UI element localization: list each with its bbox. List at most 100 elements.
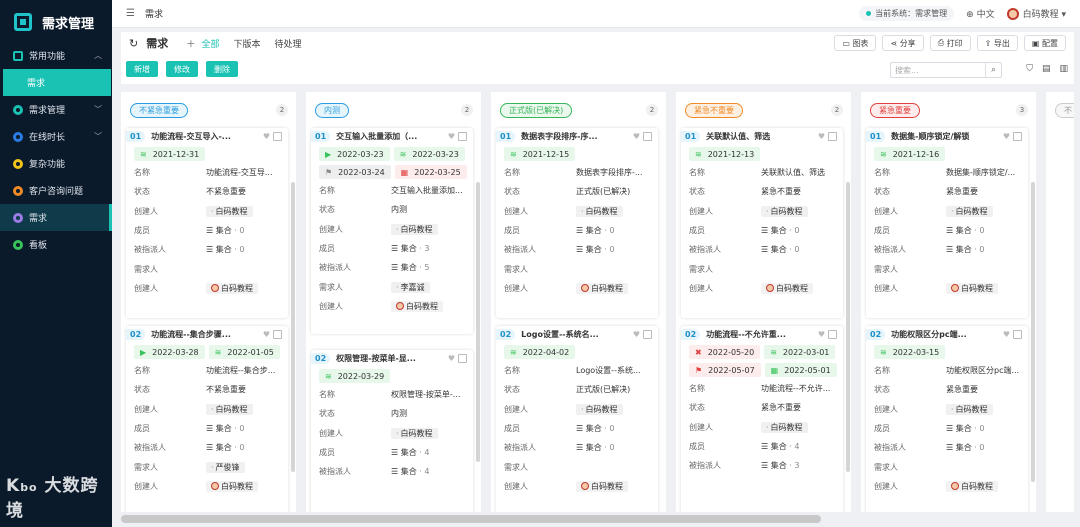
- current-system-badge[interactable]: 当前系统：需求管理: [859, 6, 955, 21]
- card-checkbox[interactable]: [273, 132, 282, 141]
- set-link[interactable]: ☰ 集合 · 0: [206, 225, 288, 236]
- set-link[interactable]: ☰ 集合 · 0: [206, 442, 288, 453]
- sidebar-item-requirement[interactable]: 需求: [0, 204, 112, 231]
- kanban-card[interactable]: 02 权限管理-按菜单-显... ♥ ≋ 2022-03-29 名称 权限管理-按菜单-…: [311, 350, 473, 512]
- sidebar-item-complex[interactable]: 复杂功能: [0, 150, 112, 177]
- heart-icon[interactable]: ♥: [818, 132, 825, 141]
- date-tag: ≋ 2022-03-15: [874, 345, 946, 359]
- set-link[interactable]: ☰ 集合 · 0: [946, 225, 1028, 236]
- set-link[interactable]: ☰ 集合 · 0: [946, 423, 1028, 434]
- sidebar-item-kanban[interactable]: 看板: [0, 231, 112, 258]
- set-link[interactable]: ☰ 集合 · 3: [391, 243, 473, 254]
- kanban-card[interactable]: 01 功能流程-交互导入-... ♥ ≋ 2021-12-31 名称 功能流程-交互导.…: [126, 128, 288, 318]
- date-tag: ≋ 2022-03-01: [764, 345, 836, 359]
- tab-pending[interactable]: 待处理: [274, 37, 301, 50]
- card-checkbox[interactable]: [828, 330, 837, 339]
- delete-button[interactable]: 删除: [206, 61, 238, 77]
- heart-icon[interactable]: ♥: [263, 132, 270, 141]
- sidebar-sub-label: 需求: [27, 79, 46, 89]
- sidebar-item-customer-questions[interactable]: 客户咨询问题: [0, 177, 112, 204]
- column-scrollbar[interactable]: [476, 182, 480, 462]
- sidebar-item-online-time[interactable]: 在线时长 ﹀: [0, 123, 112, 150]
- horizontal-scrollbar[interactable]: [121, 515, 821, 523]
- edit-button[interactable]: 修改: [166, 61, 198, 77]
- layout-icon[interactable]: ▤: [1042, 64, 1051, 74]
- search-input[interactable]: 搜索... ⌕: [890, 62, 1002, 78]
- set-count: 4: [424, 467, 430, 477]
- field-label: 创建人: [504, 481, 528, 491]
- chart-button[interactable]: ▭ 图表: [834, 35, 877, 51]
- kanban-card[interactable]: 02 功能流程--不允许重... ♥ ✖ 2022-05-20 ≋ 2022-03-01…: [681, 326, 843, 512]
- heart-icon[interactable]: ♥: [1003, 330, 1010, 339]
- export-button[interactable]: ⇪ 导出: [976, 35, 1018, 51]
- card-checkbox[interactable]: [643, 330, 652, 339]
- heart-icon[interactable]: ♥: [448, 132, 455, 141]
- set-link[interactable]: ☰ 集合 · 0: [761, 225, 843, 236]
- set-link[interactable]: ☰ 集合 · 0: [206, 423, 288, 434]
- refresh-icon[interactable]: ↻: [129, 37, 138, 50]
- bar-chart-icon[interactable]: ▥: [1059, 64, 1068, 74]
- set-link[interactable]: ☰ 集合 · 3: [761, 460, 843, 471]
- app-logo[interactable]: 需求管理: [0, 0, 112, 44]
- sidebar-item-common[interactable]: 常用功能 ︿: [0, 42, 112, 69]
- card-checkbox[interactable]: [458, 132, 467, 141]
- column-scrollbar[interactable]: [291, 182, 295, 472]
- set-link[interactable]: ☰ 集合 · 0: [946, 442, 1028, 453]
- add-button[interactable]: 新增: [126, 61, 158, 77]
- heart-icon[interactable]: ♥: [448, 354, 455, 363]
- menu-icon[interactable]: ☰: [126, 8, 135, 19]
- set-link[interactable]: ☰ 集合 · 0: [576, 244, 658, 255]
- set-link[interactable]: ☰ 集合 · 4: [761, 441, 843, 452]
- set-link[interactable]: ☰ 集合 · 0: [576, 442, 658, 453]
- heart-icon[interactable]: ♥: [818, 330, 825, 339]
- kanban-card[interactable]: 02 功能流程--集合步骤... ♥ ▶ 2022-03-28 ≋ 2022-01-05…: [126, 326, 288, 512]
- filter-icon[interactable]: ⛉: [1026, 64, 1033, 74]
- kanban-card[interactable]: 01 交互输入批量添加（... ♥ ▶ 2022-03-23 ≋ 2022-03-23 …: [311, 128, 473, 334]
- field-value: 功能流程--不允许...: [761, 384, 831, 394]
- card-checkbox[interactable]: [643, 132, 652, 141]
- card-number: 01: [311, 131, 331, 142]
- heart-icon[interactable]: ♥: [1003, 132, 1010, 141]
- kanban-card[interactable]: 02 功能权限区分pc端... ♥ ≋ 2022-03-15 名称 功能权限区分pc端.…: [866, 326, 1028, 512]
- set-link[interactable]: ☰ 集合 · 5: [391, 262, 473, 273]
- heart-icon[interactable]: ♥: [633, 330, 640, 339]
- set-link[interactable]: ☰ 集合 · 0: [206, 244, 288, 255]
- set-link[interactable]: ☰ 集合 · 0: [576, 423, 658, 434]
- column-scrollbar[interactable]: [1031, 182, 1035, 482]
- kanban-card[interactable]: 01 数据表字段排序-序... ♥ ≋ 2021-12-15 名称 数据表字段排序-..…: [496, 128, 658, 318]
- share-button[interactable]: ⋖ 分享: [882, 35, 924, 51]
- sidebar-item-requirement-management[interactable]: 需求管理 ﹀: [0, 96, 112, 123]
- kanban-card[interactable]: 01 关联默认值、筛选 ♥ ≋ 2021-12-13 名称 关联默认值、筛选 状态 紧急不…: [681, 128, 843, 318]
- set-link[interactable]: ☰ 集合 · 0: [576, 225, 658, 236]
- card-title: 数据集-顺序锁定/解锁: [891, 132, 970, 141]
- card-checkbox[interactable]: [458, 354, 467, 363]
- field-label: 状态: [874, 385, 890, 395]
- user-menu[interactable]: 白码教程 ▾: [1006, 7, 1066, 21]
- card-checkbox[interactable]: [1013, 330, 1022, 339]
- kanban-card[interactable]: 02 Logo设置--系统名... ♥ ≋ 2022-04-02 名称 Logo设置--…: [496, 326, 658, 512]
- set-count: 0: [794, 245, 800, 255]
- search-icon[interactable]: ⌕: [985, 63, 1001, 77]
- user-chip: 白码教程: [946, 282, 998, 294]
- card-checkbox[interactable]: [1013, 132, 1022, 141]
- field-value: 功能流程--集合步...: [206, 366, 276, 376]
- set-link[interactable]: ☰ 集合 · 4: [391, 466, 473, 477]
- heart-icon[interactable]: ♥: [633, 132, 640, 141]
- config-button[interactable]: ▣ 配置: [1023, 35, 1066, 51]
- language-switch[interactable]: ⊕ 中文: [966, 7, 994, 20]
- heart-icon[interactable]: ♥: [263, 330, 270, 339]
- set-link[interactable]: ☰ 集合 · 0: [946, 244, 1028, 255]
- print-button[interactable]: ⎙ 打印: [929, 35, 971, 51]
- card-checkbox[interactable]: [273, 330, 282, 339]
- set-link[interactable]: ☰ 集合 · 0: [761, 244, 843, 255]
- card-title: 权限管理-按菜单-显...: [336, 354, 416, 363]
- add-tab-icon[interactable]: +: [186, 37, 195, 50]
- tab-next-version[interactable]: 下版本: [233, 37, 260, 50]
- sidebar-sub-item-requirement[interactable]: 需求: [3, 69, 111, 96]
- kanban-card[interactable]: 01 数据集-顺序锁定/解锁 ♥ ≋ 2021-12-16 名称 数据集-顺序锁定/..…: [866, 128, 1028, 318]
- list-icon: ☰: [946, 443, 954, 453]
- card-checkbox[interactable]: [828, 132, 837, 141]
- tab-all[interactable]: 全部: [201, 37, 219, 50]
- column-scrollbar[interactable]: [846, 182, 850, 472]
- set-link[interactable]: ☰ 集合 · 4: [391, 447, 473, 458]
